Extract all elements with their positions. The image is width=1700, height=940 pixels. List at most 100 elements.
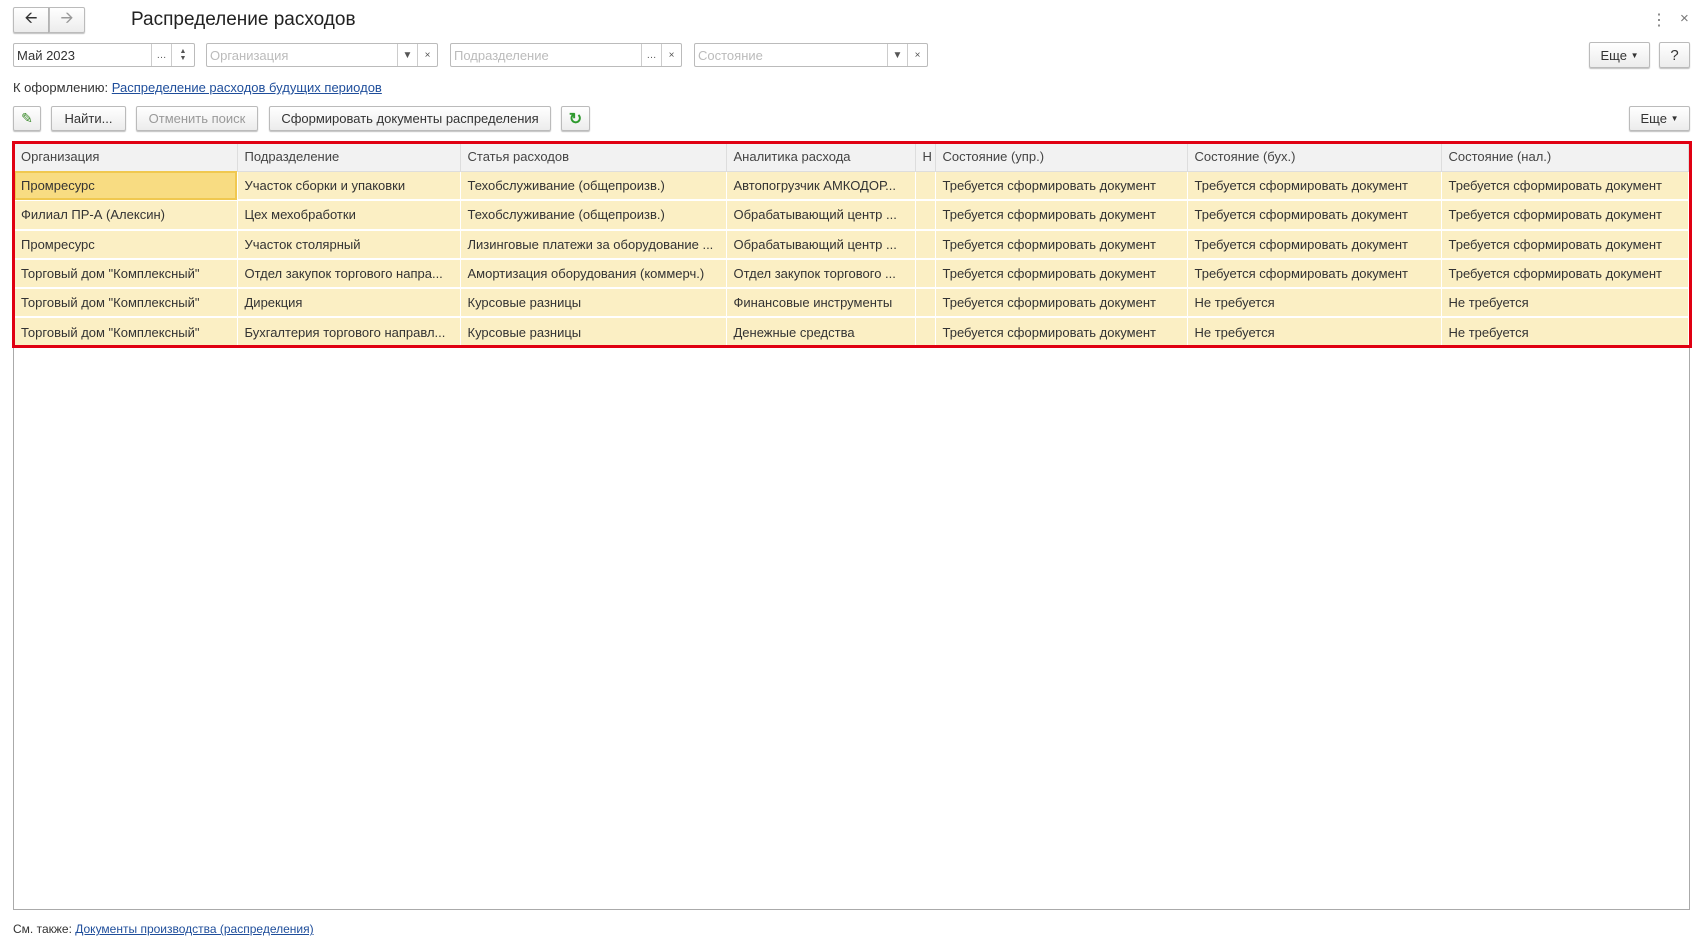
back-button[interactable]: 🡨 — [13, 7, 49, 33]
table-cell[interactable]: Требуется сформировать документ — [1187, 171, 1442, 202]
table-cell[interactable]: Дирекция — [237, 288, 461, 319]
table-cell[interactable]: Техобслуживание (общепроизв.) — [460, 200, 727, 231]
more-button-toolbar[interactable]: Еще ▼ — [1629, 106, 1690, 131]
table-row[interactable]: Филиал ПР-А (Алексин) Цех мехобработки Тех… — [14, 200, 1689, 231]
table-cell[interactable]: Лизинговые платежи за оборудование ... — [460, 229, 727, 260]
select-button[interactable]: … — [641, 44, 661, 66]
column-header[interactable]: Состояние (упр.) — [935, 143, 1188, 172]
table-cell[interactable]: Техобслуживание (общепроизв.) — [460, 171, 727, 202]
clear-icon[interactable]: × — [417, 44, 437, 66]
table-cell[interactable]: Денежные средства — [726, 317, 916, 348]
table-cell[interactable]: Требуется сформировать документ — [1187, 229, 1442, 260]
chevron-down-icon: ▼ — [1670, 114, 1679, 123]
column-header[interactable]: Подразделение — [237, 143, 461, 172]
table-cell[interactable]: Требуется сформировать документ — [935, 171, 1188, 202]
department-input[interactable]: Подразделение — [451, 48, 641, 63]
table-cell[interactable]: Финансовые инструменты — [726, 288, 916, 319]
arrow-right-icon: 🡪 — [60, 9, 74, 27]
table-cell[interactable]: Торговый дом "Комплексный" — [14, 258, 238, 290]
organization-field[interactable]: Организация ▼ × — [206, 43, 438, 67]
table-cell[interactable]: Обрабатывающий центр ... — [726, 229, 916, 260]
expenses-table[interactable]: Организация Подразделение Статья расходов А… — [13, 142, 1690, 910]
table-row[interactable]: Торговый дом "Комплексный" Дирекция Курсов… — [14, 288, 1689, 319]
help-button[interactable]: ? — [1659, 42, 1690, 68]
table-cell[interactable]: Требуется сформировать документ — [935, 258, 1188, 290]
state-input[interactable]: Состояние — [695, 48, 887, 63]
table-cell[interactable]: Требуется сформировать документ — [1441, 229, 1689, 260]
table-cell[interactable]: Бухгалтерия торгового направл... — [237, 317, 461, 348]
period-spinner[interactable]: ▲ ▼ — [171, 44, 194, 66]
table-cell[interactable]: Амортизация оборудования (коммерч.) — [460, 258, 727, 290]
footer-link[interactable]: Документы производства (распределения) — [75, 922, 313, 936]
state-field[interactable]: Состояние ▼ × — [694, 43, 928, 67]
table-cell[interactable]: Требуется сформировать документ — [935, 200, 1188, 231]
table-cell[interactable]: Промресурс — [14, 229, 238, 260]
edit-button[interactable]: ✎ — [13, 106, 41, 131]
department-field[interactable]: Подразделение … × — [450, 43, 682, 67]
table-cell[interactable]: Требуется сформировать документ — [935, 288, 1188, 319]
table-row[interactable]: Торговый дом "Комплексный" Бухгалтерия то… — [14, 317, 1689, 348]
table-cell[interactable] — [915, 200, 936, 231]
table-cell[interactable]: Промресурс — [14, 171, 238, 202]
table-row[interactable]: Промресурс Участок столярный Лизинговые пл… — [14, 229, 1689, 260]
clear-icon[interactable]: × — [907, 44, 927, 66]
table-cell[interactable]: Не требуется — [1441, 288, 1689, 319]
table-cell[interactable]: Торговый дом "Комплексный" — [14, 288, 238, 319]
table-cell[interactable]: Курсовые разницы — [460, 288, 727, 319]
column-header[interactable]: Состояние (нал.) — [1441, 143, 1689, 172]
table-cell[interactable]: Участок столярный — [237, 229, 461, 260]
table-cell[interactable]: Автопогрузчик АМКОДОР... — [726, 171, 916, 202]
refresh-button[interactable]: ↻ — [561, 106, 590, 131]
table-cell[interactable]: Не требуется — [1187, 288, 1442, 319]
column-header[interactable]: Аналитика расхода — [726, 143, 916, 172]
clear-icon[interactable]: × — [661, 44, 681, 66]
table-cell[interactable]: Отдел закупок торгового ... — [726, 258, 916, 290]
table-cell[interactable]: Требуется сформировать документ — [935, 317, 1188, 348]
chevron-down-icon[interactable]: ▼ — [397, 44, 417, 66]
column-header[interactable]: Организация — [14, 143, 238, 172]
more-button-top[interactable]: Еще ▼ — [1589, 42, 1650, 68]
table-cell[interactable] — [915, 258, 936, 290]
table-cell[interactable]: Отдел закупок торгового напра... — [237, 258, 461, 290]
table-cell[interactable]: Обрабатывающий центр ... — [726, 200, 916, 231]
todo-link[interactable]: Распределение расходов будущих периодов — [112, 80, 382, 95]
table-cell[interactable]: Требуется сформировать документ — [1187, 200, 1442, 231]
period-select-button[interactable]: … — [151, 44, 171, 66]
table-cell[interactable] — [915, 229, 936, 260]
table-cell[interactable] — [915, 288, 936, 319]
table-row[interactable]: Промресурс Участок сборки и упаковки Техоб… — [14, 171, 1689, 202]
more-actions-icon[interactable]: ⋮ — [1651, 10, 1667, 30]
table-cell[interactable] — [915, 317, 936, 348]
table-cell[interactable]: Курсовые разницы — [460, 317, 727, 348]
column-header[interactable]: Статья расходов — [460, 143, 727, 172]
table-cell[interactable] — [915, 171, 936, 202]
table-cell[interactable]: Торговый дом "Комплексный" — [14, 317, 238, 348]
table-cell[interactable]: Требуется сформировать документ — [1441, 258, 1689, 290]
cancel-search-button[interactable]: Отменить поиск — [136, 106, 258, 131]
period-field[interactable]: Май 2023 … ▲ ▼ — [13, 43, 195, 67]
chevron-down-icon: ▼ — [1630, 50, 1639, 60]
column-header[interactable]: Н — [915, 143, 936, 172]
table-cell[interactable]: Требуется сформировать документ — [1441, 200, 1689, 231]
table-row[interactable]: Торговый дом "Комплексный" Отдел закупок … — [14, 258, 1689, 290]
column-header[interactable]: Состояние (бух.) — [1187, 143, 1442, 172]
organization-input[interactable]: Организация — [207, 48, 397, 63]
period-value[interactable]: Май 2023 — [14, 48, 151, 63]
table-cell[interactable]: Не требуется — [1441, 317, 1689, 348]
chevron-down-icon[interactable]: ▼ — [887, 44, 907, 66]
forward-button[interactable]: 🡪 — [49, 7, 85, 33]
table-cell[interactable]: Участок сборки и упаковки — [237, 171, 461, 202]
table-cell[interactable]: Цех мехобработки — [237, 200, 461, 231]
close-icon[interactable]: × — [1680, 10, 1689, 27]
footer-label: См. также: — [13, 922, 72, 936]
table-cell[interactable]: Не требуется — [1187, 317, 1442, 348]
table-cell[interactable]: Требуется сформировать документ — [1187, 258, 1442, 290]
todo-row: К оформлению: Распределение расходов буд… — [13, 80, 382, 95]
todo-label: К оформлению: — [13, 80, 109, 95]
refresh-icon: ↻ — [568, 110, 583, 128]
find-button[interactable]: Найти... — [51, 106, 126, 131]
generate-documents-button[interactable]: Сформировать документы распределения — [269, 106, 551, 131]
table-cell[interactable]: Требуется сформировать документ — [1441, 171, 1689, 202]
table-cell[interactable]: Филиал ПР-А (Алексин) — [14, 200, 238, 231]
table-cell[interactable]: Требуется сформировать документ — [935, 229, 1188, 260]
